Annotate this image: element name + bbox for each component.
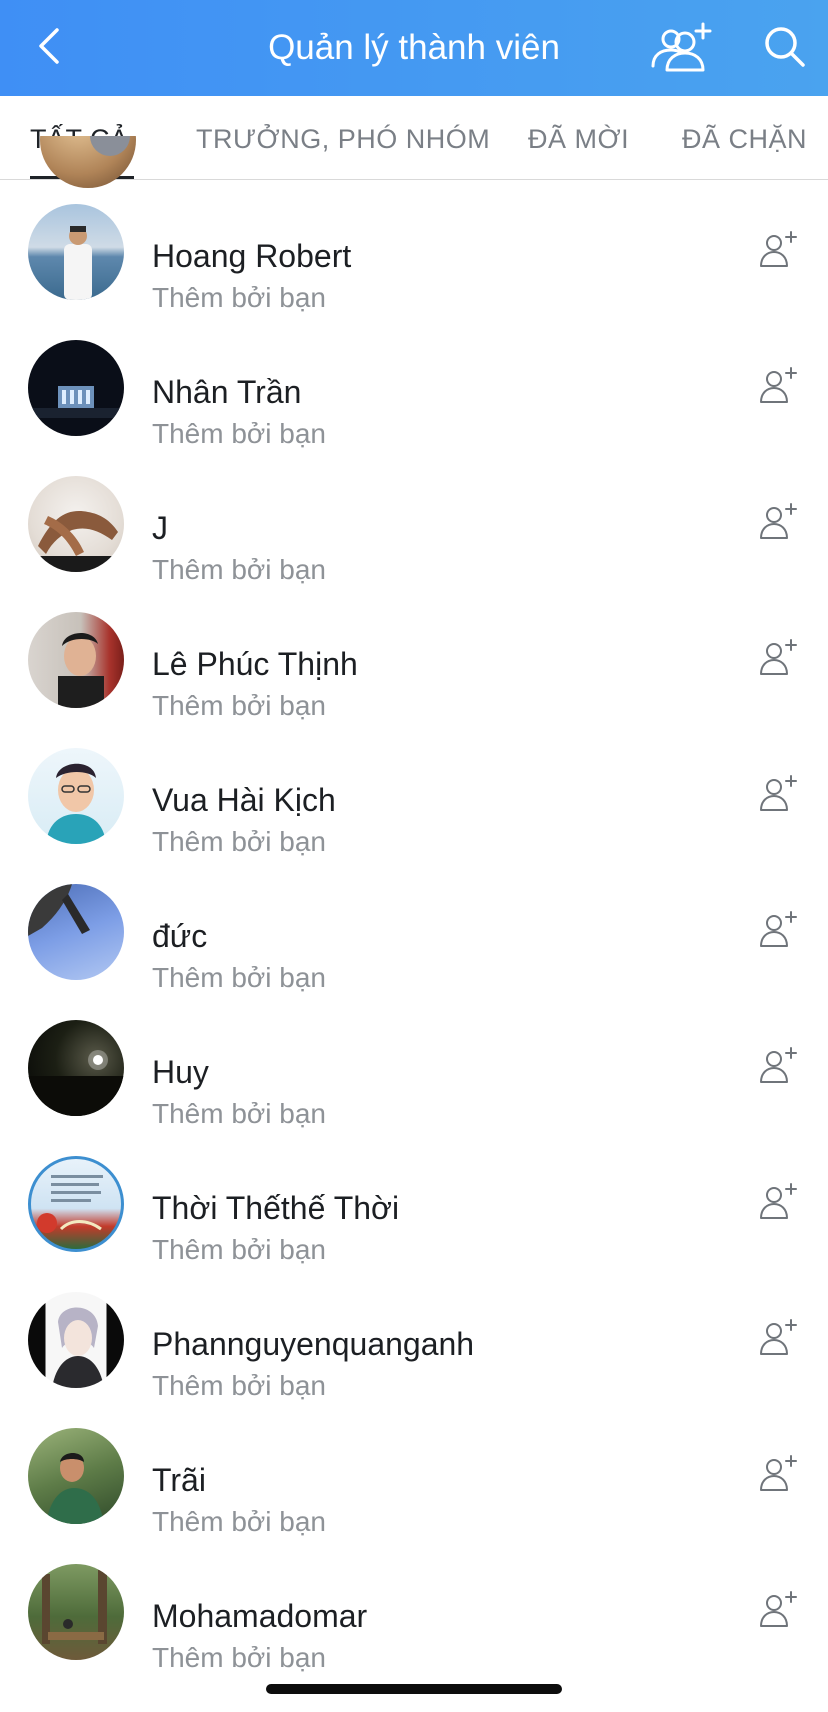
member-subtitle: Thêm bởi bạn xyxy=(152,1098,327,1129)
add-member-button[interactable] xyxy=(648,22,714,78)
avatar xyxy=(28,1020,124,1116)
member-subtitle: Thêm bởi bạn xyxy=(152,1506,327,1537)
member-subtitle: Thêm bởi bạn xyxy=(152,554,327,585)
back-button[interactable] xyxy=(24,24,72,72)
tab-leaders[interactable]: TRƯỞNG, PHÓ NHÓM xyxy=(196,122,490,156)
add-friend-icon xyxy=(758,638,798,683)
list-item[interactable]: đức Thêm bởi bạn xyxy=(0,860,828,996)
add-friend-button[interactable] xyxy=(752,226,804,278)
list-item[interactable]: Thời Thếthế Thời Thêm bởi bạn xyxy=(0,1132,828,1268)
list-item[interactable]: Huy Thêm bởi bạn xyxy=(0,996,828,1132)
add-friend-icon xyxy=(758,1318,798,1363)
add-friend-button[interactable] xyxy=(752,498,804,550)
member-name: Hoang Robert xyxy=(152,238,352,274)
avatar xyxy=(28,1428,124,1524)
avatar xyxy=(28,1292,124,1388)
search-button[interactable] xyxy=(760,24,810,74)
member-subtitle: Thêm bởi bạn xyxy=(152,962,327,993)
member-subtitle: Thêm bởi bạn xyxy=(152,826,327,857)
avatar xyxy=(28,340,124,436)
add-friend-button[interactable] xyxy=(752,906,804,958)
member-subtitle: Thêm bởi bạn xyxy=(152,1370,327,1401)
member-name: J xyxy=(152,510,168,546)
add-group-member-icon xyxy=(649,22,713,79)
avatar xyxy=(28,884,124,980)
list-item[interactable]: Trãi Thêm bởi bạn xyxy=(0,1404,828,1540)
member-name: đức xyxy=(152,918,208,954)
add-friend-icon xyxy=(758,1590,798,1635)
member-name: Lê Phúc Thịnh xyxy=(152,646,358,682)
add-friend-icon xyxy=(758,230,798,275)
add-friend-button[interactable] xyxy=(752,362,804,414)
member-name: Phannguyenquanganh xyxy=(152,1326,475,1362)
add-friend-button[interactable] xyxy=(752,1042,804,1094)
list-item[interactable]: Hoang Robert Thêm bởi bạn xyxy=(0,180,828,316)
member-name: Thời Thếthế Thời xyxy=(152,1190,400,1226)
member-subtitle: Thêm bởi bạn xyxy=(152,1234,327,1265)
list-item[interactable]: J Thêm bởi bạn xyxy=(0,452,828,588)
list-item[interactable]: Nhân Trần Thêm bởi bạn xyxy=(0,316,828,452)
list-item[interactable]: Vua Hài Kịch Thêm bởi bạn xyxy=(0,724,828,860)
add-friend-button[interactable] xyxy=(752,1314,804,1366)
member-subtitle: Thêm bởi bạn xyxy=(152,282,327,313)
member-subtitle: Thêm bởi bạn xyxy=(152,418,327,449)
avatar xyxy=(28,1156,124,1252)
add-friend-icon xyxy=(758,774,798,819)
list-item[interactable]: Lê Phúc Thịnh Thêm bởi bạn xyxy=(0,588,828,724)
avatar xyxy=(28,612,124,708)
page-title: Quản lý thành viên xyxy=(268,28,560,67)
member-name: Huy xyxy=(152,1054,209,1090)
add-friend-button[interactable] xyxy=(752,634,804,686)
member-name: Trãi xyxy=(152,1462,206,1498)
member-name: Vua Hài Kịch xyxy=(152,782,336,818)
member-name: Nhân Trần xyxy=(152,374,302,410)
add-friend-icon xyxy=(758,1182,798,1227)
home-indicator xyxy=(266,1684,562,1694)
chevron-left-icon xyxy=(35,26,61,71)
add-friend-icon xyxy=(758,1046,798,1091)
search-icon xyxy=(763,25,807,74)
list-item[interactable]: Mohamadomar Thêm bởi bạn xyxy=(0,1540,828,1676)
avatar xyxy=(28,476,124,572)
add-friend-button[interactable] xyxy=(752,1450,804,1502)
tab-blocked[interactable]: ĐÃ CHẶN xyxy=(682,122,807,156)
add-friend-button[interactable] xyxy=(752,770,804,822)
list-item[interactable]: Phannguyenquanganh Thêm bởi bạn xyxy=(0,1268,828,1404)
add-friend-button[interactable] xyxy=(752,1586,804,1638)
member-name: Mohamadomar xyxy=(152,1598,368,1634)
tab-invited[interactable]: ĐÃ MỜI xyxy=(528,122,629,156)
screen: Quản lý thành viên TRƯỞNG, PHÓ NHÓM ĐÃ M… xyxy=(0,0,828,1712)
avatar xyxy=(28,748,124,844)
avatar xyxy=(28,1564,124,1660)
add-friend-icon xyxy=(758,1454,798,1499)
member-subtitle: Thêm bởi bạn xyxy=(152,1642,327,1673)
header-bar: Quản lý thành viên xyxy=(0,0,828,96)
add-friend-icon xyxy=(758,502,798,547)
member-subtitle: Thêm bởi bạn xyxy=(152,690,327,721)
add-friend-icon xyxy=(758,366,798,411)
add-friend-button[interactable] xyxy=(752,1178,804,1230)
add-friend-icon xyxy=(758,910,798,955)
avatar xyxy=(28,204,124,300)
